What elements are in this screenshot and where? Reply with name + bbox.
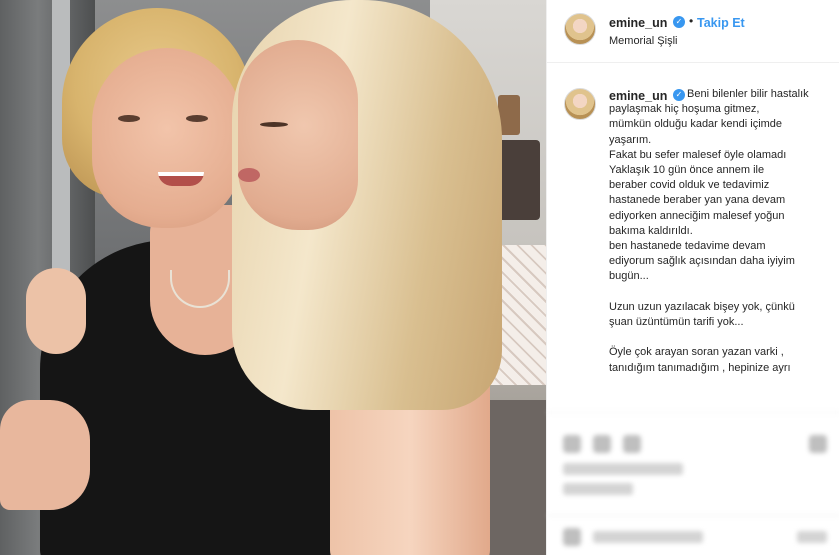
like-icon[interactable] xyxy=(563,435,581,453)
post-date xyxy=(563,483,633,495)
caption-line: beraber covid olduk ve tedavimiz xyxy=(609,179,770,192)
caption-line: Uzun uzun yazılacak bişey yok, çünkü xyxy=(609,300,795,313)
comment-box[interactable] xyxy=(547,515,839,555)
caption-line: Beni bilenler bilir hastalık xyxy=(687,88,809,100)
caption-line: ediyorum sağlık açısından daha iyiyim xyxy=(609,255,795,268)
post-footer-blurred xyxy=(547,412,839,555)
daughter-face xyxy=(238,40,358,230)
caption-avatar[interactable] xyxy=(564,88,596,120)
post-photo[interactable] xyxy=(0,0,546,555)
mother-face xyxy=(92,48,242,228)
daughter-hand xyxy=(26,268,86,354)
daughter-eye xyxy=(260,122,288,127)
caption-line: ediyorken anneciğim malesef yoğun xyxy=(609,209,785,222)
daughter-lips xyxy=(238,168,260,182)
caption-line: tanıdığım tanımadığım , hepinize ayrı xyxy=(609,361,791,374)
likes-count xyxy=(563,463,683,475)
post-comment-button[interactable] xyxy=(797,531,827,543)
caption-line: hastanede beraber yan yana devam xyxy=(609,194,786,207)
caption-line: yaşarım. xyxy=(609,133,652,146)
caption-line: paylaşmak hiç hoşuma gitmez, xyxy=(609,103,760,116)
mother-smile xyxy=(158,172,204,186)
caption-gap xyxy=(609,330,831,345)
caption-line: mümkün olduğu kadar kendi içimde xyxy=(609,118,783,131)
share-icon[interactable] xyxy=(623,435,641,453)
caption-line: Öyle çok arayan soran yazan varki , xyxy=(609,346,784,359)
post-caption: Beni bilenler bilir hastalık paylaşmak hi… xyxy=(609,87,831,376)
post-panel: emine_un ✓ • Takip Et Memorial Şişli emi… xyxy=(546,0,839,555)
comment-icon[interactable] xyxy=(593,435,611,453)
separator-dot: • xyxy=(689,14,694,28)
location-link[interactable]: Memorial Şişli xyxy=(609,35,677,47)
post-header: emine_un ✓ • Takip Et Memorial Şişli xyxy=(547,0,839,63)
header-username[interactable]: emine_un xyxy=(609,16,667,30)
emoji-icon[interactable] xyxy=(563,528,581,546)
mother-eye-right xyxy=(186,115,208,122)
save-icon[interactable] xyxy=(809,435,827,453)
follow-button[interactable]: Takip Et xyxy=(697,16,745,30)
caption-line: Fakat bu sefer malesef öyle olamadı xyxy=(609,148,787,161)
mother-eye-left xyxy=(118,115,140,122)
caption-line: bugün... xyxy=(609,270,649,283)
caption-line: Yaklaşık 10 gün önce annem ile xyxy=(609,164,765,177)
avatar[interactable] xyxy=(564,13,596,45)
caption-gap xyxy=(609,285,831,300)
caption-line: bakıma kaldırıldı. xyxy=(609,224,693,237)
verified-badge-icon: ✓ xyxy=(673,16,685,28)
caption-line: ben hastanede tedavime devam xyxy=(609,240,766,253)
mother-arm xyxy=(0,400,90,510)
comment-input[interactable] xyxy=(593,531,703,543)
caption-line: şuan üzüntümün tarifi yok... xyxy=(609,316,744,329)
